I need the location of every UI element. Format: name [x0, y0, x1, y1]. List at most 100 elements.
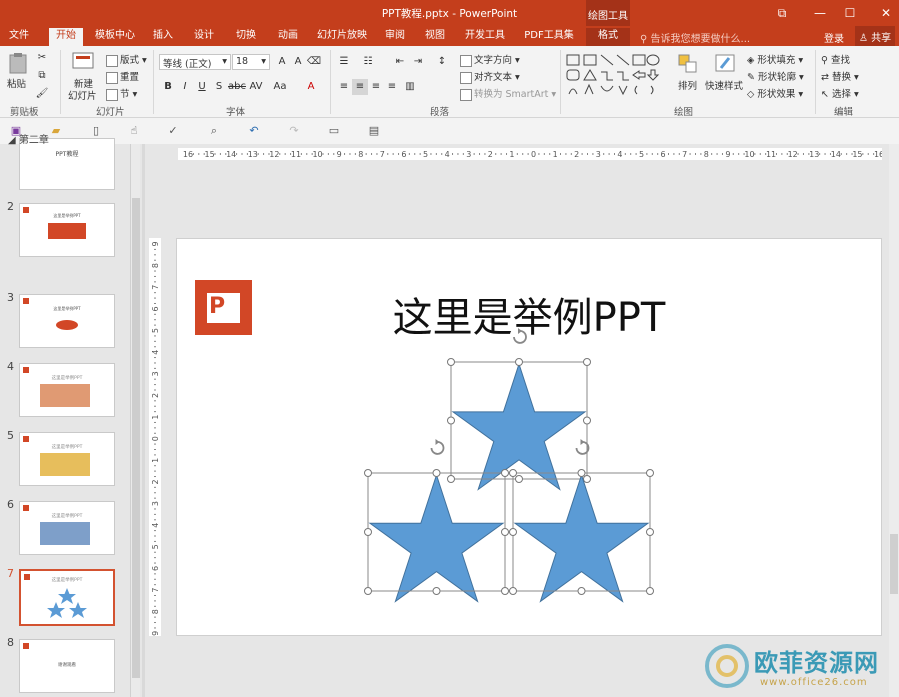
- redo-icon[interactable]: ↷: [286, 123, 302, 139]
- tab-design[interactable]: 设计: [190, 28, 218, 46]
- new-slide-icon[interactable]: [72, 52, 94, 75]
- resize-handle[interactable]: [501, 587, 509, 595]
- editor-scrollbar[interactable]: [889, 144, 899, 697]
- rotate-handle-icon[interactable]: [513, 330, 527, 344]
- spelling-icon[interactable]: ✓: [165, 123, 181, 139]
- increase-font-icon[interactable]: A: [274, 54, 290, 70]
- strikethrough-icon[interactable]: abc: [228, 79, 246, 95]
- decrease-indent-icon[interactable]: ⇤: [392, 54, 408, 70]
- undo-icon[interactable]: ↶: [246, 123, 262, 139]
- line-spacing-icon[interactable]: ↕: [434, 54, 450, 70]
- bold-icon[interactable]: B: [160, 79, 176, 95]
- shadow-icon[interactable]: S: [211, 79, 227, 95]
- tab-insert[interactable]: 插入: [150, 28, 176, 46]
- quick-styles-label[interactable]: 快速样式: [705, 78, 743, 92]
- select-button[interactable]: ↖ 选择 ▾: [821, 86, 859, 100]
- current-slide[interactable]: P 这里是举例PPT: [176, 238, 882, 636]
- shape-fill-button[interactable]: ◈ 形状填充 ▾: [747, 52, 803, 66]
- clear-format-icon[interactable]: ⌫: [306, 54, 322, 70]
- justify-icon[interactable]: ≡: [384, 79, 400, 95]
- rotate-handle-icon[interactable]: [430, 441, 445, 455]
- numbering-icon[interactable]: ☷: [360, 54, 376, 70]
- resize-handle[interactable]: [646, 528, 654, 536]
- tab-format[interactable]: 格式: [586, 28, 630, 46]
- present-icon[interactable]: ▤: [366, 123, 382, 139]
- resize-handle[interactable]: [447, 475, 455, 483]
- thumbnail-scrollbar[interactable]: [130, 144, 140, 697]
- slide-thumbnail-4[interactable]: 这里是举例PPT: [19, 363, 115, 417]
- resize-handle[interactable]: [577, 469, 586, 477]
- resize-handle[interactable]: [515, 358, 523, 366]
- star-icon[interactable]: [368, 473, 505, 603]
- resize-handle[interactable]: [364, 587, 372, 595]
- section-header[interactable]: ◢ 第二章: [8, 131, 49, 146]
- scrollbar-thumb[interactable]: [890, 534, 898, 594]
- decrease-font-icon[interactable]: A: [290, 54, 306, 70]
- print-preview-icon[interactable]: ⌕: [206, 123, 222, 139]
- text-direction-button[interactable]: 文字方向 ▾: [460, 52, 520, 67]
- star-icon[interactable]: [451, 362, 587, 491]
- change-case-icon[interactable]: Aa: [272, 79, 288, 95]
- layout-button[interactable]: 版式 ▾: [106, 52, 147, 67]
- touch-mode-icon[interactable]: ☝: [126, 123, 142, 139]
- paste-button[interactable]: [8, 52, 28, 77]
- new-document-icon[interactable]: ▯: [88, 123, 104, 139]
- resize-handle[interactable]: [432, 587, 441, 595]
- align-left-icon[interactable]: ≡: [336, 79, 352, 95]
- slide-thumbnail-3[interactable]: 这里是举例PPT: [19, 294, 115, 348]
- align-right-icon[interactable]: ≡: [368, 79, 384, 95]
- new-slide-label-2[interactable]: 幻灯片: [68, 88, 97, 102]
- resize-handle[interactable]: [501, 528, 509, 536]
- find-button[interactable]: ⚲ 查找: [821, 52, 850, 66]
- resize-handle[interactable]: [447, 416, 455, 425]
- resize-handle[interactable]: [364, 469, 372, 477]
- maximize-button[interactable]: ☐: [831, 0, 869, 26]
- close-button[interactable]: ✕: [867, 0, 899, 26]
- arrange-label[interactable]: 排列: [678, 78, 697, 92]
- align-text-button[interactable]: 对齐文本 ▾: [460, 69, 520, 84]
- star-shape-1[interactable]: [447, 328, 591, 491]
- slide-thumbnail-6[interactable]: 这里是举例PPT: [19, 501, 115, 555]
- font-color-icon[interactable]: A: [303, 79, 319, 95]
- resize-handle[interactable]: [577, 587, 586, 595]
- resize-handle[interactable]: [515, 475, 523, 483]
- scrollbar-thumb[interactable]: [132, 198, 140, 678]
- font-size-select[interactable]: 18 ▾: [232, 54, 270, 70]
- align-center-icon[interactable]: ≡: [352, 79, 368, 95]
- shape-outline-button[interactable]: ✎ 形状轮廓 ▾: [747, 69, 804, 83]
- char-spacing-icon[interactable]: AV: [248, 79, 264, 95]
- resize-handle[interactable]: [509, 469, 517, 477]
- tab-review[interactable]: 审阅: [382, 28, 408, 46]
- star-icon[interactable]: [513, 473, 650, 603]
- resize-handle[interactable]: [447, 358, 455, 366]
- slide-thumbnail-5[interactable]: 这里是举例PPT: [19, 432, 115, 486]
- star-shapes-canvas[interactable]: [177, 239, 883, 637]
- shape-gallery[interactable]: [565, 52, 665, 98]
- quick-styles-icon[interactable]: [715, 54, 737, 77]
- open-folder-icon[interactable]: ▰: [48, 123, 64, 139]
- share-button[interactable]: ♙ 共享: [855, 26, 896, 46]
- resize-handle[interactable]: [583, 358, 591, 366]
- bullets-icon[interactable]: ☰: [336, 54, 352, 70]
- tab-file[interactable]: 文件: [4, 28, 34, 46]
- shape-effects-button[interactable]: ◇ 形状效果 ▾: [747, 86, 803, 100]
- format-painter-icon[interactable]: 🖌: [34, 86, 50, 102]
- smartart-button[interactable]: 转换为 SmartArt ▾: [460, 86, 556, 101]
- slideshow-start-icon[interactable]: ▭: [326, 123, 342, 139]
- tell-me-box[interactable]: ⚲ 告诉我您想要做什么...: [640, 30, 750, 45]
- resize-handle[interactable]: [646, 469, 654, 477]
- resize-handle[interactable]: [583, 416, 591, 425]
- slide-thumbnail-2[interactable]: 这里是举例PPT: [19, 203, 115, 257]
- increase-indent-icon[interactable]: ⇥: [410, 54, 426, 70]
- tab-home[interactable]: 开始: [49, 28, 83, 46]
- slide-thumbnail-8[interactable]: 谢谢观看: [19, 639, 115, 693]
- slide-thumbnail-7[interactable]: 这里是举例PPT: [19, 569, 115, 626]
- resize-handle[interactable]: [509, 528, 517, 536]
- section-button[interactable]: 节 ▾: [106, 86, 137, 101]
- font-name-select[interactable]: 等线 (正文) ▾: [159, 54, 231, 70]
- resize-handle[interactable]: [432, 469, 441, 477]
- arrange-icon[interactable]: [678, 54, 698, 77]
- tab-animations[interactable]: 动画: [274, 28, 302, 46]
- reset-button[interactable]: 重置: [106, 69, 139, 84]
- underline-icon[interactable]: U: [194, 79, 210, 95]
